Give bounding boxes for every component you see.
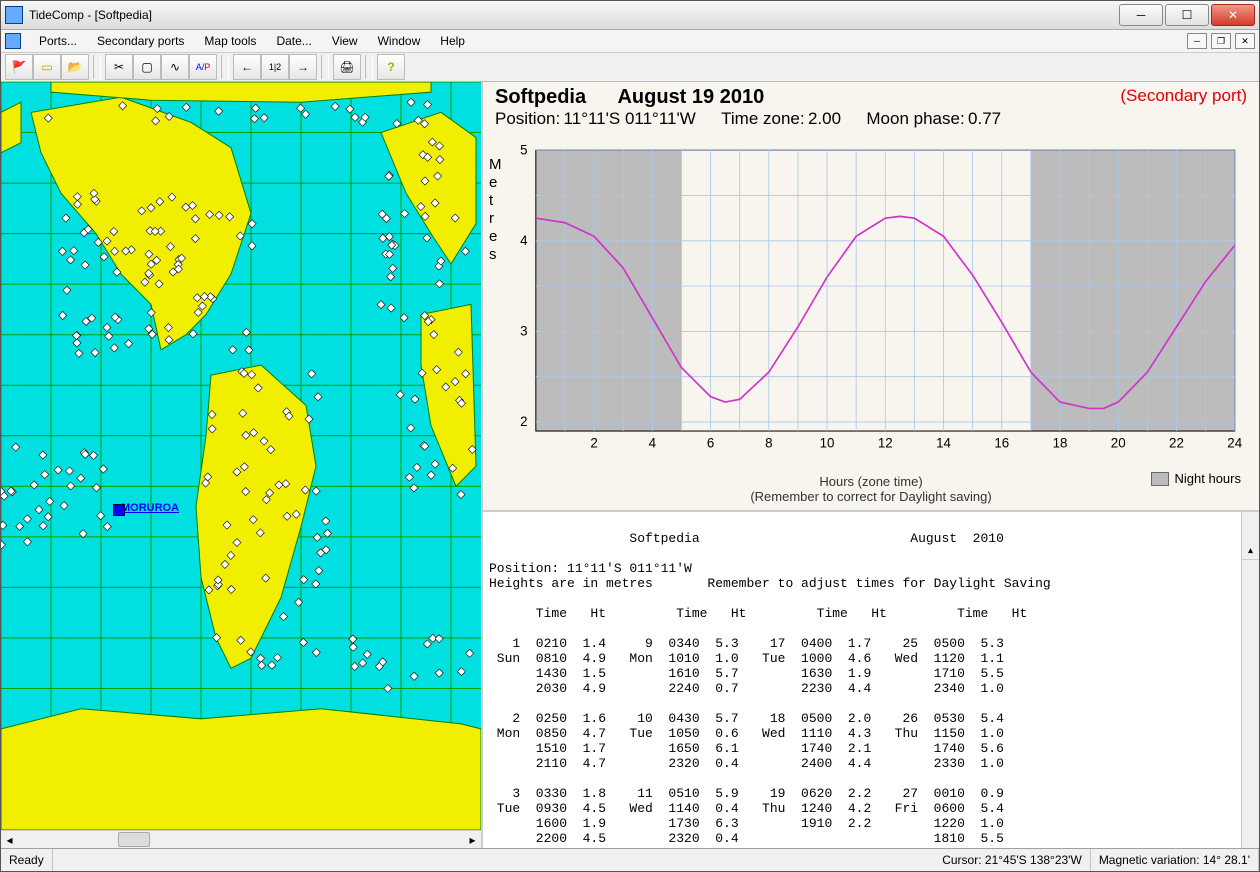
scrollbar-up-icon[interactable]: ▴ <box>1242 542 1259 560</box>
statusbar: Ready Cursor: 21°45'S 138°23'W Magnetic … <box>1 848 1259 871</box>
svg-text:10: 10 <box>820 436 835 451</box>
window-title: TideComp - [Softpedia] <box>29 8 1119 22</box>
open-icon[interactable]: 📂 <box>61 54 89 80</box>
right-column: Softpedia August 19 2010 (Secondary port… <box>483 82 1259 848</box>
menu-date[interactable]: Date... <box>266 32 321 50</box>
app-window: TideComp - [Softpedia] ─ ☐ ✕ Ports... Se… <box>0 0 1260 872</box>
chart-footer: Hours (zone time) (Remember to correct f… <box>483 474 1259 504</box>
svg-text:18: 18 <box>1053 436 1068 451</box>
svg-text:2: 2 <box>590 436 597 451</box>
frame-icon[interactable]: ▢ <box>133 54 161 80</box>
separator-icon <box>321 55 329 79</box>
moonphase-label: Moon phase: <box>866 109 964 128</box>
map-pane: MORUROA ◂ ▸ <box>1 82 483 848</box>
menu-window[interactable]: Window <box>368 32 431 50</box>
scrollbar-thumb[interactable] <box>118 832 150 847</box>
crop-icon[interactable]: ✂ <box>105 54 133 80</box>
svg-text:16: 16 <box>994 436 1009 451</box>
chart-port-name: Softpedia <box>495 86 586 108</box>
separator-icon <box>221 55 229 79</box>
svg-text:4: 4 <box>520 233 528 248</box>
moonphase-value: 0.77 <box>968 109 1001 128</box>
minimize-button[interactable]: ─ <box>1119 4 1163 26</box>
tide-table-pane[interactable]: Softpedia August 2010 Position: 11°11'S … <box>483 512 1259 848</box>
flag-icon[interactable]: 🚩 <box>5 54 33 80</box>
menu-ports[interactable]: Ports... <box>29 32 87 50</box>
svg-text:14: 14 <box>936 436 951 451</box>
mdi-close-button[interactable]: ✕ <box>1235 33 1255 49</box>
svg-text:22: 22 <box>1169 436 1184 451</box>
tide-chart-pane: Softpedia August 19 2010 (Secondary port… <box>483 82 1259 512</box>
app-icon <box>5 6 23 24</box>
separator-icon <box>365 55 373 79</box>
position-label: Position: <box>495 109 560 128</box>
mdi-restore-button[interactable]: ❐ <box>1211 33 1231 49</box>
help-button[interactable]: ? <box>377 54 405 80</box>
print-button[interactable]: 🖨 <box>333 54 361 80</box>
status-magvar: Magnetic variation: 14° 28.1' <box>1091 849 1259 871</box>
mdi-system-icon[interactable] <box>5 33 21 49</box>
workspace: MORUROA ◂ ▸ Softpedia August 19 2010 (Se… <box>1 82 1259 848</box>
back-button[interactable]: ← <box>233 54 261 80</box>
timezone-value: 2.00 <box>808 109 841 128</box>
tide-table-text: Softpedia August 2010 Position: 11°11'S … <box>489 531 1253 846</box>
status-cursor: Cursor: 21°45'S 138°23'W <box>934 849 1091 871</box>
svg-text:24: 24 <box>1227 436 1242 451</box>
svg-text:12: 12 <box>878 436 893 451</box>
close-button[interactable]: ✕ <box>1211 4 1255 26</box>
datestep-button[interactable]: 1|2 <box>261 54 289 80</box>
mdi-controls: ─ ❐ ✕ <box>1187 33 1255 49</box>
svg-text:20: 20 <box>1111 436 1126 451</box>
menu-help[interactable]: Help <box>430 32 475 50</box>
map-horizontal-scrollbar[interactable]: ◂ ▸ <box>1 830 481 848</box>
svg-text:4: 4 <box>649 436 657 451</box>
svg-text:3: 3 <box>520 324 527 339</box>
maximize-button[interactable]: ☐ <box>1165 4 1209 26</box>
selected-port-marker-icon[interactable] <box>113 504 125 516</box>
x-axis-label: Hours (zone time) <box>819 474 922 489</box>
position-value: 11°11'S 011°11'W <box>564 109 696 128</box>
chart-date: August 19 2010 <box>617 86 764 108</box>
table-vertical-scrollbar[interactable]: ▴ <box>1241 512 1259 848</box>
window-icon[interactable]: ▭ <box>33 54 61 80</box>
ap-icon[interactable]: A/P <box>189 54 217 80</box>
selected-port-label[interactable]: MORUROA <box>121 502 179 514</box>
menu-secondary-ports[interactable]: Secondary ports <box>87 32 194 50</box>
svg-text:2: 2 <box>520 414 527 429</box>
menu-view[interactable]: View <box>322 32 368 50</box>
mdi-minimize-button[interactable]: ─ <box>1187 33 1207 49</box>
svg-text:8: 8 <box>765 436 772 451</box>
separator-icon <box>93 55 101 79</box>
forward-button[interactable]: → <box>289 54 317 80</box>
menu-map-tools[interactable]: Map tools <box>194 32 266 50</box>
svg-text:6: 6 <box>707 436 714 451</box>
chart-footnote: (Remember to correct for Daylight saving… <box>750 489 991 504</box>
world-map[interactable]: MORUROA <box>1 82 481 830</box>
tide-chart[interactable]: 246810121416182022242345 <box>505 142 1245 462</box>
svg-text:5: 5 <box>520 142 527 157</box>
timezone-label: Time zone: <box>721 109 804 128</box>
y-axis-label: Metres <box>489 156 502 264</box>
curve-icon[interactable]: ∿ <box>161 54 189 80</box>
toolbar: 🚩 ▭ 📂 ✂ ▢ ∿ A/P ← 1|2 → 🖨 ? <box>1 53 1259 82</box>
status-ready: Ready <box>1 849 53 871</box>
titlebar[interactable]: TideComp - [Softpedia] ─ ☐ ✕ <box>1 1 1259 30</box>
secondary-port-flag: (Secondary port) <box>1120 86 1247 106</box>
menubar: Ports... Secondary ports Map tools Date.… <box>1 30 1259 53</box>
